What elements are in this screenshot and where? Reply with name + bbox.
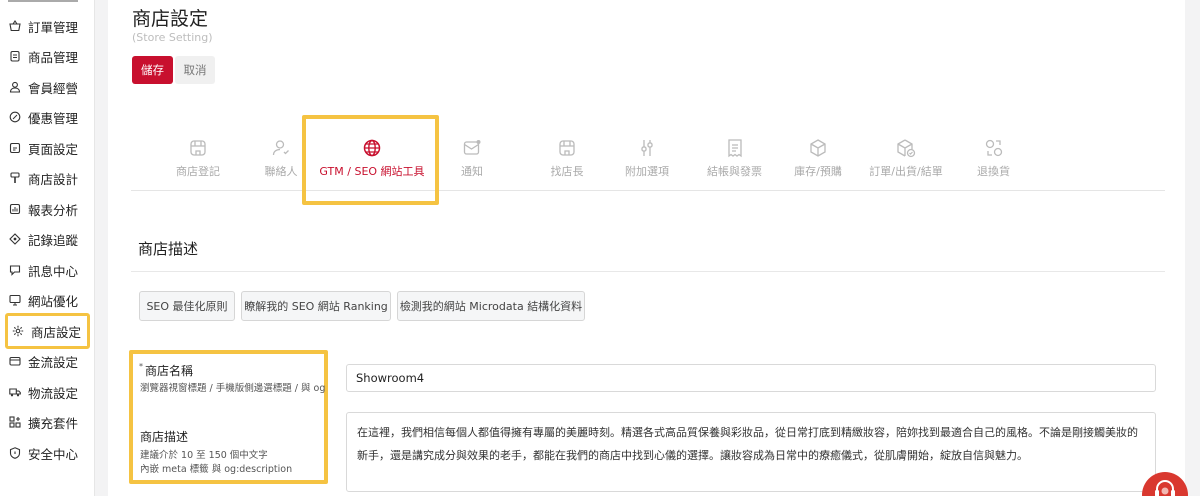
brush-icon bbox=[8, 171, 22, 185]
tab-order-shipping[interactable]: 訂單/出貨/結單 bbox=[856, 120, 956, 190]
sidebar-item-payments[interactable]: 金流設定 bbox=[8, 346, 78, 376]
sidebar-item-label: 商店設定 bbox=[31, 324, 82, 340]
sidebar-item-messages[interactable]: 訊息中心 bbox=[8, 255, 78, 285]
shop-icon bbox=[557, 138, 577, 158]
sidebar-item-label: 報表分析 bbox=[28, 202, 79, 218]
active-tab-highlight bbox=[302, 115, 439, 205]
sidebar-item-label: 訂單管理 bbox=[28, 19, 79, 35]
sidebar-item-label: 商店設計 bbox=[28, 171, 79, 187]
tab-label: 訂單/出貨/結單 bbox=[869, 165, 943, 178]
sidebar-item-label: 優惠管理 bbox=[28, 110, 79, 126]
tab-store-registration[interactable]: 商店登記 bbox=[153, 120, 243, 190]
sidebar-item-optimization[interactable]: 網站優化 bbox=[8, 285, 78, 315]
chart-icon bbox=[8, 202, 22, 216]
puzzle-icon bbox=[8, 415, 22, 429]
store-description-hint-1: 建議介於 10 至 150 個中文字 bbox=[140, 450, 268, 461]
message-icon bbox=[8, 263, 22, 277]
tab-label: 商店登記 bbox=[176, 165, 220, 178]
gear-icon bbox=[11, 324, 25, 338]
cancel-button[interactable]: 取消 bbox=[175, 56, 215, 84]
headset-icon bbox=[1152, 478, 1178, 496]
sidebar-item-label: 金流設定 bbox=[28, 354, 79, 370]
sidebar-item-tracking[interactable]: 記錄追蹤 bbox=[8, 224, 78, 254]
section-divider bbox=[131, 271, 1165, 272]
store-description-hint-2: 內嵌 meta 標籤 與 og:description bbox=[140, 464, 293, 475]
sidebar-item-store-design[interactable]: 商店設計 bbox=[8, 163, 78, 193]
sidebar-item-discounts[interactable]: 優惠管理 bbox=[8, 102, 78, 132]
monitor-icon bbox=[8, 293, 22, 307]
clipboard-icon bbox=[8, 49, 22, 63]
sidebar-item-logistics[interactable]: 物流設定 bbox=[8, 377, 78, 407]
package-check-icon bbox=[896, 138, 916, 158]
user-icon bbox=[8, 80, 22, 94]
sidebar-item-members[interactable]: 會員經營 bbox=[8, 72, 78, 102]
tab-label: 退換貨 bbox=[977, 165, 1010, 178]
sidebar-item-label: 會員經營 bbox=[28, 80, 79, 96]
tab-label: 附加選項 bbox=[625, 165, 669, 178]
seo-principles-button[interactable]: SEO 最佳化原則 bbox=[139, 291, 235, 321]
sidebar-clipped-item bbox=[8, 0, 88, 4]
sidebar-item-security[interactable]: 安全中心 bbox=[8, 438, 78, 468]
tab-add-ons[interactable]: 附加選項 bbox=[607, 120, 687, 190]
store-description-label: 商店描述 bbox=[140, 430, 189, 444]
section-title: 商店描述 bbox=[138, 240, 199, 258]
page-title: 商店設定 bbox=[132, 8, 209, 30]
tab-label: 庫存/預購 bbox=[794, 165, 842, 178]
contact-icon bbox=[271, 138, 291, 158]
box-icon bbox=[808, 138, 828, 158]
settings-tabs: 商店登記 聯絡人 GTM / SEO 網站工具 通知 找店長 附加選項 結帳與發… bbox=[131, 120, 1165, 191]
sidebar-item-pages[interactable]: 頁面設定 bbox=[8, 133, 78, 163]
tab-find-manager[interactable]: 找店長 bbox=[527, 120, 607, 190]
main-panel: 商店設定 (Store Setting) 儲存 取消 商店登記 聯絡人 GTM … bbox=[108, 0, 1185, 496]
sidebar-item-label: 頁面設定 bbox=[28, 141, 79, 157]
microdata-check-button[interactable]: 檢測我的網站 Microdata 結構化資料 bbox=[397, 291, 585, 321]
discount-icon bbox=[8, 110, 22, 124]
sidebar-item-label: 記錄追蹤 bbox=[28, 232, 79, 248]
sidebar-item-orders[interactable]: 訂單管理 bbox=[8, 11, 78, 41]
tab-label: 聯絡人 bbox=[264, 165, 298, 178]
sidebar-item-label: 安全中心 bbox=[28, 446, 79, 462]
sidebar-item-label: 商品管理 bbox=[28, 49, 79, 65]
mail-icon bbox=[462, 138, 482, 158]
sidebar-item-store-settings[interactable]: 商店設定 bbox=[5, 313, 91, 349]
tab-label: 結帳與發票 bbox=[707, 165, 762, 178]
sidebar-item-reports[interactable]: 報表分析 bbox=[8, 194, 78, 224]
store-description-textarea[interactable]: 在這裡，我們相信每個人都值得擁有專屬的美麗時刻。精選各式高品質保養與彩妝品，從日… bbox=[346, 412, 1156, 492]
wallet-icon bbox=[8, 354, 22, 368]
sidebar-item-label: 物流設定 bbox=[28, 385, 79, 401]
exchange-icon bbox=[984, 138, 1004, 158]
tab-returns[interactable]: 退換貨 bbox=[956, 120, 1031, 190]
store-name-input[interactable]: Showroom4 bbox=[346, 364, 1156, 392]
page-icon bbox=[8, 141, 22, 155]
sidebar-item-label: 網站優化 bbox=[28, 293, 79, 309]
save-button[interactable]: 儲存 bbox=[132, 56, 173, 84]
tab-notifications[interactable]: 通知 bbox=[437, 120, 507, 190]
tab-inventory-preorder[interactable]: 庫存/預購 bbox=[778, 120, 858, 190]
required-mark: * bbox=[139, 362, 143, 371]
receipt-icon bbox=[725, 138, 745, 158]
basket-icon bbox=[8, 19, 22, 33]
seo-ranking-button[interactable]: 瞭解我的 SEO 網站 Ranking bbox=[241, 291, 391, 321]
tab-label: 通知 bbox=[461, 165, 483, 178]
store-name-label: * 商店名稱 bbox=[139, 362, 194, 378]
store-name-hint: 瀏覽器視窗標題 / 手機版側邊選標題 / 與 og:title bbox=[140, 383, 326, 394]
truck-icon bbox=[8, 385, 22, 399]
shield-icon bbox=[8, 446, 22, 460]
sidebar-item-products[interactable]: 商品管理 bbox=[8, 41, 78, 71]
store-icon bbox=[188, 138, 208, 158]
sidebar-item-extensions[interactable]: 擴充套件 bbox=[8, 407, 78, 437]
sidebar-item-label: 擴充套件 bbox=[28, 415, 79, 431]
sidebar: 訂單管理 商品管理 會員經營 優惠管理 頁面設定 商店設計 報表分析 記錄追蹤 … bbox=[0, 0, 95, 496]
tab-checkout-invoice[interactable]: 結帳與發票 bbox=[687, 120, 782, 190]
tab-label: 找店長 bbox=[550, 165, 584, 178]
page-subtitle: (Store Setting) bbox=[132, 31, 213, 44]
sliders-icon bbox=[637, 138, 657, 158]
target-icon bbox=[8, 232, 22, 246]
sidebar-item-label: 訊息中心 bbox=[28, 263, 79, 279]
